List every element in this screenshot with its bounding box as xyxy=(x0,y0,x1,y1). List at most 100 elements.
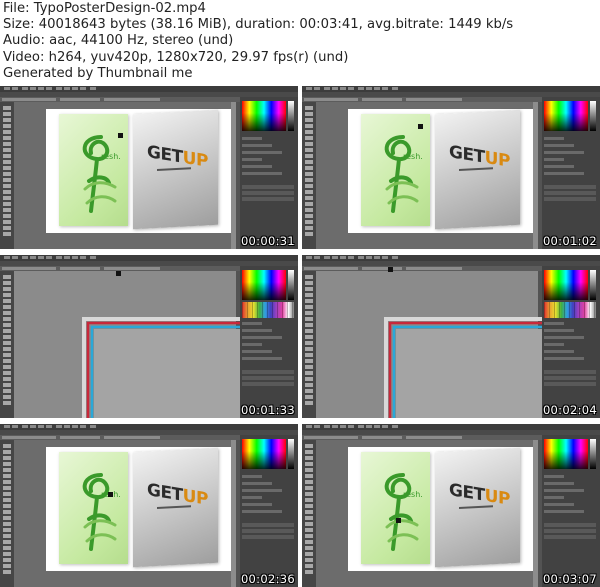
tool-icon[interactable] xyxy=(3,347,11,351)
tool-icon[interactable] xyxy=(3,275,11,279)
tool-icon[interactable] xyxy=(3,486,11,490)
document-tab[interactable] xyxy=(60,436,100,439)
panel-row[interactable] xyxy=(544,336,584,339)
tool-icon[interactable] xyxy=(3,371,11,375)
tool-icon[interactable] xyxy=(305,492,313,496)
layer-row[interactable] xyxy=(544,535,596,539)
tool-icon[interactable] xyxy=(305,510,313,514)
layer-row[interactable] xyxy=(242,370,294,374)
menu-item[interactable] xyxy=(392,87,398,90)
tool-icon[interactable] xyxy=(305,570,313,574)
menu-item[interactable] xyxy=(358,87,364,90)
grayscale-ramp[interactable] xyxy=(590,270,596,300)
vertical-scrollbar[interactable] xyxy=(231,102,236,249)
tool-icon[interactable] xyxy=(305,498,313,502)
panel-row[interactable] xyxy=(242,329,272,332)
panel-row[interactable] xyxy=(544,137,564,140)
menu-item[interactable] xyxy=(382,87,388,90)
fresh-poster[interactable]: resh. xyxy=(361,452,430,564)
tool-icon[interactable] xyxy=(3,124,11,128)
tool-icon[interactable] xyxy=(3,540,11,544)
panel-row[interactable] xyxy=(544,350,574,353)
panel-row[interactable] xyxy=(544,475,564,478)
document-tab[interactable] xyxy=(104,98,160,101)
tool-icon[interactable] xyxy=(305,474,313,478)
menu-item[interactable] xyxy=(46,256,52,259)
tool-icon[interactable] xyxy=(3,287,11,291)
grayscale-ramp[interactable] xyxy=(288,270,294,300)
layer-row[interactable] xyxy=(242,535,294,539)
artboard[interactable]: resh. GETUP xyxy=(348,109,538,233)
tool-icon[interactable] xyxy=(305,335,313,339)
tool-icon[interactable] xyxy=(3,329,11,333)
tool-icon[interactable] xyxy=(305,323,313,327)
tool-icon[interactable] xyxy=(3,106,11,110)
panel-row[interactable] xyxy=(242,144,272,147)
tool-icon[interactable] xyxy=(3,166,11,170)
tool-icon[interactable] xyxy=(305,190,313,194)
tool-icon[interactable] xyxy=(305,456,313,460)
panel-row[interactable] xyxy=(242,158,262,161)
tool-icon[interactable] xyxy=(3,220,11,224)
panel-row[interactable] xyxy=(242,172,282,175)
tool-icon[interactable] xyxy=(305,299,313,303)
grayscale-ramp[interactable] xyxy=(590,439,596,469)
tool-icon[interactable] xyxy=(305,528,313,532)
tool-icon[interactable] xyxy=(305,232,313,236)
layer-row[interactable] xyxy=(544,197,596,201)
tool-icon[interactable] xyxy=(305,365,313,369)
panel-row[interactable] xyxy=(242,151,282,154)
getup-poster[interactable]: GETUP xyxy=(133,109,218,230)
tool-icon[interactable] xyxy=(3,317,11,321)
menu-item[interactable] xyxy=(22,87,28,90)
tool-icon[interactable] xyxy=(305,389,313,393)
menu-item[interactable] xyxy=(366,87,372,90)
menu-item[interactable] xyxy=(56,87,62,90)
tool-icon[interactable] xyxy=(3,504,11,508)
vertical-scrollbar[interactable] xyxy=(231,440,236,587)
tool-icon[interactable] xyxy=(3,401,11,405)
tool-icon[interactable] xyxy=(305,311,313,315)
grayscale-ramp[interactable] xyxy=(288,101,294,131)
menu-item[interactable] xyxy=(30,256,36,259)
panel-row[interactable] xyxy=(544,151,584,154)
color-spectrum[interactable] xyxy=(242,439,286,469)
tool-icon[interactable] xyxy=(3,558,11,562)
tool-icon[interactable] xyxy=(3,214,11,218)
panel-row[interactable] xyxy=(544,496,564,499)
tool-icon[interactable] xyxy=(305,214,313,218)
tool-icon[interactable] xyxy=(3,196,11,200)
tool-icon[interactable] xyxy=(3,353,11,357)
color-spectrum[interactable] xyxy=(544,270,588,300)
tool-icon[interactable] xyxy=(3,293,11,297)
menu-item[interactable] xyxy=(38,87,44,90)
panel-row[interactable] xyxy=(544,510,584,513)
tool-icon[interactable] xyxy=(3,178,11,182)
tool-icon[interactable] xyxy=(305,148,313,152)
tool-icon[interactable] xyxy=(3,528,11,532)
tool-icon[interactable] xyxy=(3,498,11,502)
menu-item[interactable] xyxy=(306,256,312,259)
layer-row[interactable] xyxy=(242,191,294,195)
tool-icon[interactable] xyxy=(3,184,11,188)
menu-item[interactable] xyxy=(90,87,96,90)
tool-icon[interactable] xyxy=(305,172,313,176)
menu-item[interactable] xyxy=(374,425,380,428)
document-canvas[interactable]: resh. GETUP xyxy=(14,102,236,249)
tool-icon[interactable] xyxy=(3,130,11,134)
layer-row[interactable] xyxy=(242,523,294,527)
menu-item[interactable] xyxy=(382,425,388,428)
menu-item[interactable] xyxy=(392,256,398,259)
tool-icon[interactable] xyxy=(305,208,313,212)
document-canvas[interactable]: resh. GETUP xyxy=(14,440,236,587)
tool-icon[interactable] xyxy=(3,341,11,345)
tool-icon[interactable] xyxy=(305,202,313,206)
menu-item[interactable] xyxy=(340,87,346,90)
document-tab[interactable] xyxy=(104,267,160,270)
tool-icon[interactable] xyxy=(3,546,11,550)
document-tab[interactable] xyxy=(2,98,56,101)
tool-icon[interactable] xyxy=(305,166,313,170)
panel-row[interactable] xyxy=(544,489,584,492)
getup-poster[interactable]: GETUP xyxy=(133,447,218,568)
tool-icon[interactable] xyxy=(3,474,11,478)
